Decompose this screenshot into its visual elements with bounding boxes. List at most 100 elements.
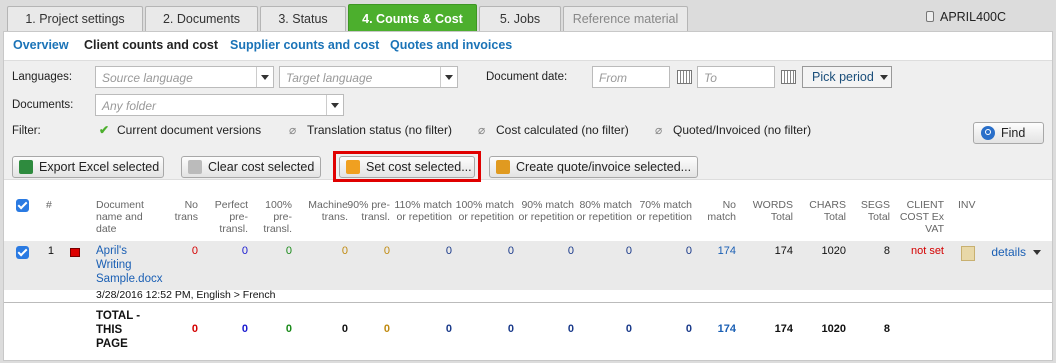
cell-machine: 0 xyxy=(341,245,348,257)
cell-no-trans: 0 xyxy=(191,245,198,257)
calendar-icon[interactable] xyxy=(781,70,796,84)
date-from-placeholder: From xyxy=(599,71,627,85)
col-no-match: No match xyxy=(707,199,736,223)
total-no-trans: 0 xyxy=(191,323,198,335)
languages-label: Languages: xyxy=(12,71,73,83)
document-date-label: Document date: xyxy=(486,71,568,83)
main-panel: Overview Client counts and cost Supplier… xyxy=(3,31,1053,361)
lock-icon xyxy=(925,11,934,22)
date-to-input[interactable]: To xyxy=(697,66,775,88)
cell-110-match: 0 xyxy=(445,245,452,257)
clear-cost-label: Clear cost selected xyxy=(208,160,315,174)
project-code-label: APRIL400C xyxy=(939,10,1006,24)
col-110-match: 110% match or repetition xyxy=(394,199,452,223)
filter-cost-calculated[interactable]: ⌀ Cost calculated (no filter) xyxy=(478,123,629,137)
chevron-down-icon[interactable] xyxy=(1033,250,1041,255)
total-chars: 1020 xyxy=(821,323,846,335)
project-code: APRIL400C xyxy=(925,10,1006,24)
date-to-placeholder: To xyxy=(704,71,717,85)
filter-quoted-invoiced-label: Quoted/Invoiced (no filter) xyxy=(673,123,812,137)
totals-label: TOTAL - THIS PAGE xyxy=(96,310,141,350)
total-70-match: 0 xyxy=(685,323,692,335)
total-100-pretransl: 0 xyxy=(285,323,292,335)
col-inv: INV xyxy=(958,199,976,211)
filter-quoted-invoiced[interactable]: ⌀ Quoted/Invoiced (no filter) xyxy=(655,123,811,137)
filter-cost-calculated-label: Cost calculated (no filter) xyxy=(496,123,629,137)
check-icon: ✔ xyxy=(99,123,110,137)
total-words: 174 xyxy=(774,323,793,335)
col-90-pretransl: 90% pre-transl. xyxy=(347,199,390,223)
folder-placeholder: Any folder xyxy=(102,99,157,113)
tab-counts-cost[interactable]: 4. Counts & Cost xyxy=(348,4,477,32)
subnav-client-counts[interactable]: Client counts and cost xyxy=(84,38,218,52)
create-quote-invoice-label: Create quote/invoice selected... xyxy=(516,160,692,174)
totals-separator xyxy=(4,302,1052,303)
pick-period-select[interactable]: Pick period xyxy=(802,66,892,88)
subnav-quotes-invoices[interactable]: Quotes and invoices xyxy=(390,38,512,52)
filter-current-versions[interactable]: ✔ Current document versions xyxy=(99,123,261,137)
pick-period-label: Pick period xyxy=(812,70,874,84)
documents-label: Documents: xyxy=(12,99,74,111)
row-index: 1 xyxy=(47,245,54,257)
tab-status[interactable]: 3. Status xyxy=(260,6,346,32)
chevron-down-icon xyxy=(326,95,343,115)
total-perfect: 0 xyxy=(241,323,248,335)
paperclip-icon: ⌀ xyxy=(478,123,486,137)
subnav-overview[interactable]: Overview xyxy=(13,38,69,52)
tab-documents[interactable]: 2. Documents xyxy=(145,6,258,32)
cell-90-match: 0 xyxy=(567,245,574,257)
col-100-pretransl: 100% pre-transl. xyxy=(263,199,292,235)
date-from-input[interactable]: From xyxy=(592,66,670,88)
cell-no-match: 174 xyxy=(717,245,736,257)
cell-words: 174 xyxy=(774,245,793,257)
col-document: Document name and date xyxy=(96,199,144,235)
source-language-select[interactable]: Source language xyxy=(95,66,274,88)
filter-current-versions-label: Current document versions xyxy=(117,123,262,137)
cell-100-match: 0 xyxy=(507,245,514,257)
row-checkbox[interactable] xyxy=(16,246,29,259)
col-segs-total: SEGS Total xyxy=(860,199,890,223)
total-no-match: 174 xyxy=(717,323,736,335)
filter-translation-status-label: Translation status (no filter) xyxy=(307,123,452,137)
invoice-icon[interactable] xyxy=(961,246,975,261)
col-words-total: WORDS Total xyxy=(752,199,793,223)
source-language-placeholder: Source language xyxy=(102,71,193,85)
col-no-trans: No trans xyxy=(174,199,198,223)
document-name-link[interactable]: April's Writing Sample.docx xyxy=(96,244,162,286)
total-90-pretransl: 0 xyxy=(383,323,390,335)
filter-translation-status[interactable]: ⌀ Translation status (no filter) xyxy=(289,123,452,137)
target-language-select[interactable]: Target language xyxy=(279,66,458,88)
folder-select[interactable]: Any folder xyxy=(95,94,344,116)
calendar-icon[interactable] xyxy=(677,70,692,84)
find-button[interactable]: Find xyxy=(973,122,1044,144)
col-90-match: 90% match or repetition xyxy=(518,199,574,223)
create-quote-invoice-button[interactable]: Create quote/invoice selected... xyxy=(489,156,698,178)
total-80-match: 0 xyxy=(625,323,632,335)
tab-jobs[interactable]: 5. Jobs xyxy=(479,6,561,32)
export-excel-button[interactable]: Export Excel selected xyxy=(12,156,164,178)
set-cost-button[interactable]: Set cost selected... xyxy=(339,156,475,178)
find-button-label: Find xyxy=(1001,126,1026,140)
col-client-cost: CLIENT COST Ex VAT xyxy=(899,199,944,235)
col-perfect: Perfect pre-transl. xyxy=(214,199,248,235)
subnav: Overview Client counts and cost Supplier… xyxy=(4,32,1052,59)
tag-icon xyxy=(346,160,360,174)
col-number: # xyxy=(46,199,52,211)
search-icon xyxy=(981,126,995,140)
excel-icon xyxy=(19,160,33,174)
tab-reference-material[interactable]: Reference material xyxy=(563,6,688,32)
filter-label: Filter: xyxy=(12,125,41,137)
select-all-checkbox[interactable] xyxy=(16,199,29,212)
clear-cost-button[interactable]: Clear cost selected xyxy=(181,156,321,178)
export-excel-label: Export Excel selected xyxy=(39,160,160,174)
chevron-down-icon xyxy=(880,75,888,80)
eraser-icon xyxy=(188,160,202,174)
flag-icon xyxy=(70,248,80,257)
details-link[interactable]: details xyxy=(988,245,1026,259)
tab-bar: 1. Project settings 2. Documents 3. Stat… xyxy=(0,0,1056,32)
invoice-icon xyxy=(496,160,510,174)
chevron-down-icon xyxy=(440,67,457,87)
subnav-supplier-counts[interactable]: Supplier counts and cost xyxy=(230,38,379,52)
tab-project-settings[interactable]: 1. Project settings xyxy=(7,6,143,32)
cell-perfect: 0 xyxy=(241,245,248,257)
